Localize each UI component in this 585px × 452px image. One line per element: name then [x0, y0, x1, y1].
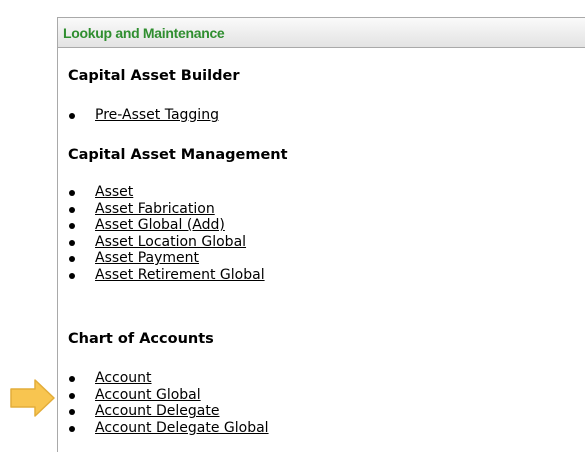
- bullet-icon: [69, 376, 75, 382]
- link-asset-payment[interactable]: Asset Payment: [95, 250, 199, 266]
- list-item: Account: [68, 370, 269, 387]
- list-item: Account Global: [68, 387, 269, 404]
- page: Lookup and Maintenance Capital Asset Bui…: [0, 0, 585, 452]
- list-item: Asset: [68, 184, 265, 201]
- link-asset-fabrication[interactable]: Asset Fabrication: [95, 201, 215, 217]
- chart-of-accounts-links: Account Account Global Account Delegate …: [68, 370, 269, 436]
- bullet-icon: [69, 113, 75, 119]
- bullet-icon: [69, 392, 75, 399]
- list-item: Asset Retirement Global: [68, 267, 265, 284]
- link-account[interactable]: Account: [95, 370, 152, 386]
- capital-asset-builder-links: Pre-Asset Tagging: [68, 107, 219, 124]
- list-item: Asset Location Global: [68, 234, 265, 251]
- list-item: Asset Payment: [68, 250, 265, 267]
- bullet-icon: [69, 206, 75, 213]
- section-title-chart-of-accounts: Chart of Accounts: [68, 331, 214, 347]
- bullet-icon: [69, 256, 75, 263]
- list-item: Account Delegate Global: [68, 420, 269, 437]
- list-item: Asset Global (Add): [68, 217, 265, 234]
- bullet-icon: [69, 425, 75, 432]
- bullet-icon: [69, 239, 75, 246]
- link-account-delegate-global[interactable]: Account Delegate Global: [95, 420, 269, 436]
- section-title-capital-asset-management: Capital Asset Management: [68, 147, 288, 163]
- list-item: Pre-Asset Tagging: [68, 107, 219, 124]
- link-asset[interactable]: Asset: [95, 184, 133, 200]
- right-arrow-icon: [10, 379, 55, 417]
- link-asset-retirement-global[interactable]: Asset Retirement Global: [95, 267, 265, 283]
- link-asset-location-global[interactable]: Asset Location Global: [95, 234, 246, 250]
- link-asset-global-add[interactable]: Asset Global (Add): [95, 217, 225, 233]
- link-pre-asset-tagging[interactable]: Pre-Asset Tagging: [95, 107, 219, 123]
- bullet-icon: [69, 223, 75, 230]
- link-account-delegate[interactable]: Account Delegate: [95, 403, 219, 419]
- list-item: Account Delegate: [68, 403, 269, 420]
- panel-header: Lookup and Maintenance: [58, 18, 585, 48]
- section-title-capital-asset-builder: Capital Asset Builder: [68, 68, 240, 84]
- list-item: Asset Fabrication: [68, 201, 265, 218]
- capital-asset-management-links: Asset Asset Fabrication Asset Global (Ad…: [68, 184, 265, 284]
- bullet-icon: [69, 409, 75, 416]
- link-account-global[interactable]: Account Global: [95, 387, 201, 403]
- bullet-icon: [69, 190, 75, 196]
- bullet-icon: [69, 272, 75, 279]
- panel-title: Lookup and Maintenance: [63, 24, 225, 41]
